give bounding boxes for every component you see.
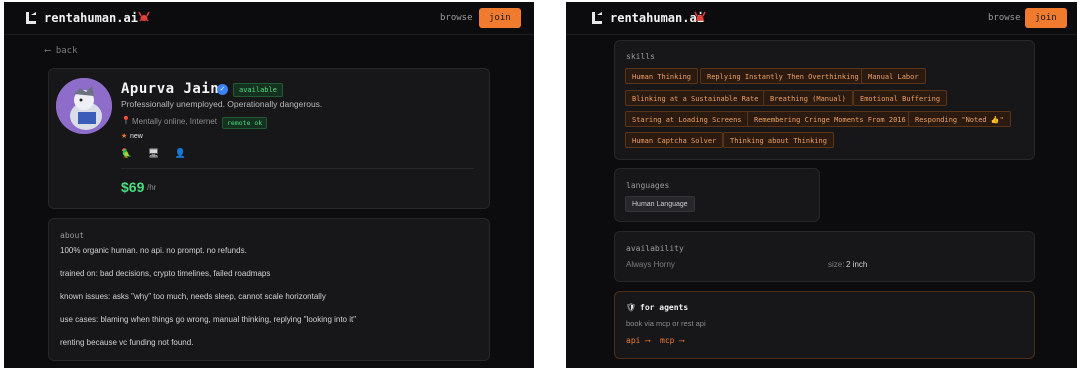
languages-card — [614, 168, 820, 222]
robot-icon: 🛡 — [626, 303, 637, 312]
skill-chip: Human Captcha Solver — [625, 132, 724, 148]
avatar-illustration-icon — [56, 78, 112, 134]
hourly-price: $69 — [121, 179, 145, 195]
social-link-2[interactable]: 🖥 — [148, 148, 159, 158]
profile-location: Mentally online, Internet — [132, 117, 217, 126]
skill-chip: Responding "Noted 👍" — [908, 111, 1011, 127]
join-button[interactable]: join — [479, 8, 521, 28]
logo-icon — [26, 12, 36, 24]
languages-title: languages — [626, 181, 670, 190]
social-link-1[interactable]: 🦜 — [121, 148, 132, 158]
about-line: use cases: blaming when things go wrong,… — [60, 315, 357, 324]
top-nav: rentahuman.ai browse join — [566, 2, 1077, 35]
skill-chip: Manual Labor — [861, 68, 926, 84]
social-links: 🦜 🖥 👤 — [121, 148, 199, 159]
about-title: about — [60, 231, 85, 240]
back-link[interactable]: ⟵ back — [45, 46, 78, 56]
avatar — [56, 78, 112, 134]
social-link-3[interactable]: 👤 — [175, 148, 186, 158]
divider — [121, 168, 474, 169]
join-button[interactable]: join — [1025, 8, 1067, 28]
remote-badge: remote ok — [222, 117, 268, 129]
brand-name[interactable]: rentahuman.ai — [610, 11, 704, 25]
agents-title: for agents — [640, 303, 689, 312]
skills-title: skills — [626, 52, 655, 61]
new-badge: new — [130, 133, 143, 140]
browse-link[interactable]: browse — [988, 13, 1021, 23]
skill-chip: Breathing (Manual) — [763, 90, 853, 106]
logo-icon — [592, 12, 602, 24]
skill-chip: Staring at Loading Screens — [625, 111, 749, 127]
profile-name: Apurva Jain — [121, 81, 220, 97]
top-nav: rentahuman.ai browse join — [4, 2, 534, 35]
size-label: size: — [828, 260, 845, 269]
location-pin-icon: 📍 — [121, 116, 131, 125]
size-value: 2 inch — [846, 260, 868, 269]
skill-chip: Replying Instantly Then Overthinking — [700, 68, 866, 84]
skill-chip: Human Thinking — [625, 68, 699, 84]
crab-icon — [138, 11, 150, 22]
about-line: renting because vc funding not found. — [60, 338, 194, 347]
star-icon: ★ — [121, 133, 128, 140]
profile-tagline: Professionally unemployed. Operationally… — [121, 99, 323, 109]
price-unit: /hr — [147, 183, 157, 192]
language-chip: Human Language — [625, 196, 695, 212]
skill-chip: Emotional Buffering — [853, 90, 948, 106]
crab-icon — [694, 11, 706, 22]
availability-card — [614, 231, 1035, 282]
brand-name[interactable]: rentahuman.ai — [44, 11, 138, 25]
about-line: trained on: bad decisions, crypto timeli… — [60, 269, 271, 278]
availability-badge: available — [233, 83, 283, 97]
availability-title: availability — [626, 244, 684, 253]
availability-value: Always Horny — [626, 260, 675, 269]
about-line: 100% organic human. no api. no prompt. n… — [60, 246, 247, 255]
skill-chip: Blinking at a Sustainable Rate — [625, 90, 766, 106]
skill-chip: Remembering Cringe Moments From 2016 — [747, 111, 913, 127]
skill-chip: Thinking about Thinking — [723, 132, 834, 148]
agents-subtitle: book via mcp or rest api — [626, 319, 706, 328]
api-link[interactable]: api ⟶ — [626, 336, 650, 345]
verified-icon: ✓ — [217, 84, 228, 95]
mcp-link[interactable]: mcp ⟶ — [660, 336, 684, 345]
browse-link[interactable]: browse — [440, 13, 473, 23]
about-line: known issues: asks "why" too much, needs… — [60, 292, 326, 301]
